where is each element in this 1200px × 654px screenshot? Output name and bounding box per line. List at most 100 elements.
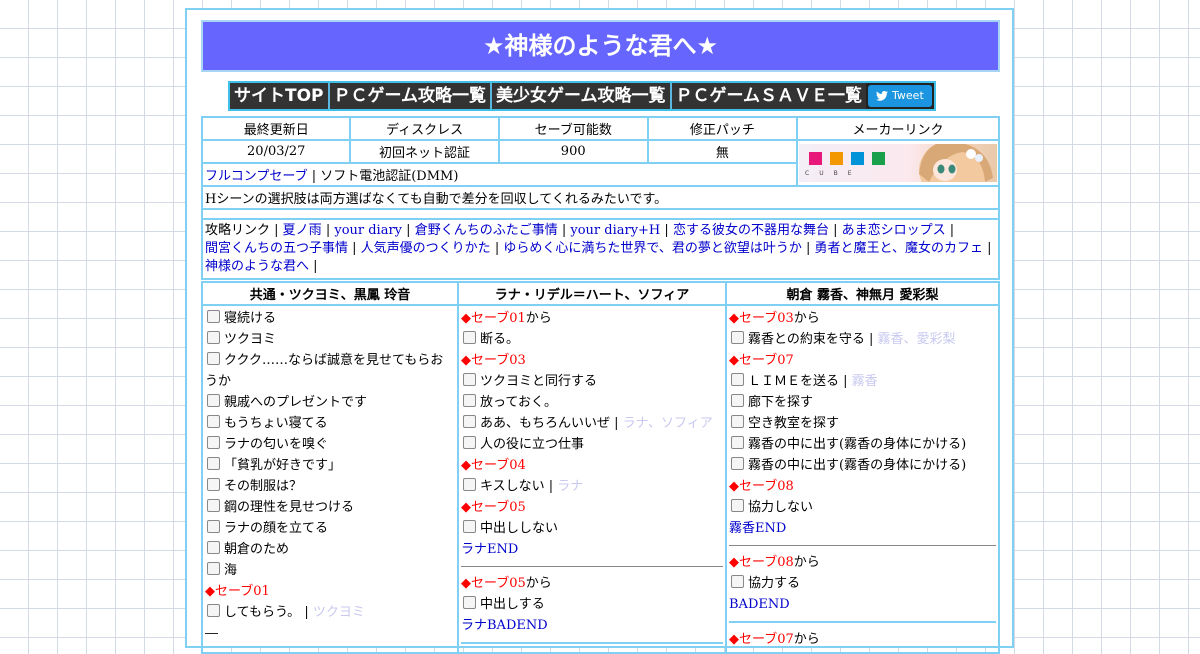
guide-link-natsunoame[interactable]: 夏ノ雨 xyxy=(283,223,322,238)
ending-label: ラナEND xyxy=(461,542,519,557)
guide-link-mamiyakun[interactable]: 間宮くんちの五つ子事情 xyxy=(205,241,348,256)
choice-item: ラナの匂いを嗅ぐ xyxy=(205,434,455,455)
checkbox[interactable] xyxy=(207,331,220,344)
checkbox[interactable] xyxy=(207,604,220,617)
save-label: セーブ01 xyxy=(215,584,270,599)
checkbox[interactable] xyxy=(207,562,220,575)
heroine-tag: ツクヨミ xyxy=(312,605,365,620)
route-col-asakura: ◆セーブ03から 霧香との約束を守る | 霧香、愛彩梨 ◆セーブ07 ＬＩＭＥを… xyxy=(725,304,1000,654)
twitter-icon xyxy=(876,91,889,101)
checkbox[interactable] xyxy=(731,373,744,386)
choice-text: キスしない xyxy=(480,479,545,494)
checkbox[interactable] xyxy=(463,478,476,491)
checkbox[interactable] xyxy=(463,520,476,533)
save-label: セーブ05 xyxy=(471,576,526,591)
diamond-icon: ◆ xyxy=(205,584,215,599)
guide-link-yusha[interactable]: 勇者と魔王と、魔女のカフェ xyxy=(814,241,982,256)
choice-text: もうちょい寝てる xyxy=(224,416,328,431)
checkbox[interactable] xyxy=(731,575,744,588)
guide-link-yurameku[interactable]: ゆらめく心に満ちた世界で、君の夢と欲望は叶うか xyxy=(503,241,801,256)
choice-text: 協力しない xyxy=(748,500,814,515)
save-label: セーブ07 xyxy=(739,632,794,647)
checkbox[interactable] xyxy=(207,394,220,407)
choice-text: 中出しする xyxy=(480,597,545,612)
guide-link-koisuru[interactable]: 恋する彼女の不器用な舞台 xyxy=(673,223,829,238)
checkbox[interactable] xyxy=(207,352,220,365)
checkbox[interactable] xyxy=(731,394,744,407)
checkbox[interactable] xyxy=(731,415,744,428)
choice-text: 鋼の理性を見せつける xyxy=(224,500,355,515)
checkbox[interactable] xyxy=(207,541,220,554)
choice-item: 中出ししない xyxy=(461,518,723,539)
choice-text: 親戚へのプレゼントです xyxy=(224,395,368,410)
checkbox[interactable] xyxy=(731,499,744,512)
from-text: から xyxy=(793,555,820,570)
maker-banner-link[interactable]: CUBE xyxy=(799,144,997,182)
nav-pc-game-guides[interactable]: ＰＣゲーム攻略一覧 xyxy=(329,83,493,109)
tweet-label: Tweet xyxy=(892,89,924,102)
choice-item: 寝続ける xyxy=(205,308,455,329)
guide-link-your-diary-h[interactable]: your diary+H xyxy=(570,223,660,238)
divider xyxy=(461,642,723,644)
checkbox[interactable] xyxy=(207,499,220,512)
choice-item: ああ、もちろんいいぜ | ラナ、ソフィア xyxy=(461,413,723,434)
fullcomp-save-link[interactable]: フルコンプセーブ xyxy=(205,169,308,184)
checkbox[interactable] xyxy=(463,596,476,609)
header-save-slots: セーブ可能数 xyxy=(497,116,649,141)
save-marker: ◆セーブ04 xyxy=(461,455,723,476)
checkbox[interactable] xyxy=(463,436,476,449)
nav-site-top[interactable]: サイトTOP xyxy=(230,83,330,109)
checkbox[interactable] xyxy=(207,478,220,491)
checkbox[interactable] xyxy=(207,520,220,533)
checkbox[interactable] xyxy=(463,331,476,344)
choice-item: その制服は？ xyxy=(205,476,455,497)
from-text: から xyxy=(525,311,552,326)
choice-text: 寝続ける xyxy=(224,311,277,326)
value-save-slots: 900 xyxy=(497,139,649,164)
maker-banner-cell: CUBE xyxy=(796,139,1000,187)
choice-item: 協力しない xyxy=(729,497,996,518)
choice-item: ＬＩＭＥを送る | 霧香 xyxy=(729,371,996,392)
checkbox[interactable] xyxy=(463,373,476,386)
maker-logo-text: CUBE xyxy=(805,170,862,177)
checkbox[interactable] xyxy=(207,457,220,470)
tweet-button[interactable]: Tweet xyxy=(868,85,932,107)
choice-text: 協力する xyxy=(748,576,801,591)
save-label: セーブ01 xyxy=(471,311,526,326)
checkbox[interactable] xyxy=(731,436,744,449)
guide-link-kamisama[interactable]: 神様のような君へ xyxy=(205,259,309,274)
checkbox[interactable] xyxy=(731,331,744,344)
choice-item: 放っておく。 xyxy=(461,392,723,413)
choice-item: もうちょい寝てる xyxy=(205,413,455,434)
ending-label: 霧香END xyxy=(729,521,787,536)
choice-text: 霧香との約束を守る xyxy=(748,332,865,347)
checkbox[interactable] xyxy=(463,394,476,407)
checkbox[interactable] xyxy=(207,310,220,323)
value-patch: 無 xyxy=(646,139,799,164)
choice-item: 空き教室を探す xyxy=(729,413,996,434)
checkbox[interactable] xyxy=(207,436,220,449)
checkbox[interactable] xyxy=(207,415,220,428)
choice-text: ククク……ならば誠意を見せてもらおうか xyxy=(205,353,444,389)
checkbox[interactable] xyxy=(731,457,744,470)
choice-text: 中出ししない xyxy=(480,521,559,536)
choice-item: 親戚へのプレゼントです xyxy=(205,392,455,413)
fullcomp-row: フルコンプセーブ | ソフト電池認証(DMM) xyxy=(201,162,798,187)
guide-link-your-diary[interactable]: your diary xyxy=(334,223,402,238)
value-last-updated: 20/03/27 xyxy=(200,139,352,164)
heroine-tag: 霧香、愛彩梨 xyxy=(877,332,956,347)
guide-link-kuranokun[interactable]: 倉野くんちのふたご事情 xyxy=(415,223,558,238)
choice-text: 廊下を探す xyxy=(748,395,814,410)
choice-item: ツクヨミと同行する xyxy=(461,371,723,392)
guide-link-amakoi[interactable]: あま恋シロップス xyxy=(842,223,946,238)
from-text: から xyxy=(793,311,820,326)
choice-item: 霧香の中に出す(霧香の身体にかける) xyxy=(729,434,996,455)
checkbox[interactable] xyxy=(463,415,476,428)
guide-link-ninkiseiyuu[interactable]: 人気声優のつくりかた xyxy=(361,241,491,256)
guide-links-row: 攻略リンク | 夏ノ雨 | your diary | 倉野くんちのふたご事情 |… xyxy=(201,218,1000,280)
heroine-tag: ラナ xyxy=(557,479,584,494)
nav-bishoujo-guides[interactable]: 美少女ゲーム攻略一覧 xyxy=(492,83,672,109)
nav-pc-save-list[interactable]: ＰＣゲームＳＡＶＥ一覧 xyxy=(671,83,867,109)
choice-text: 海 xyxy=(224,563,238,578)
choice-item: 鋼の理性を見せつける xyxy=(205,497,455,518)
